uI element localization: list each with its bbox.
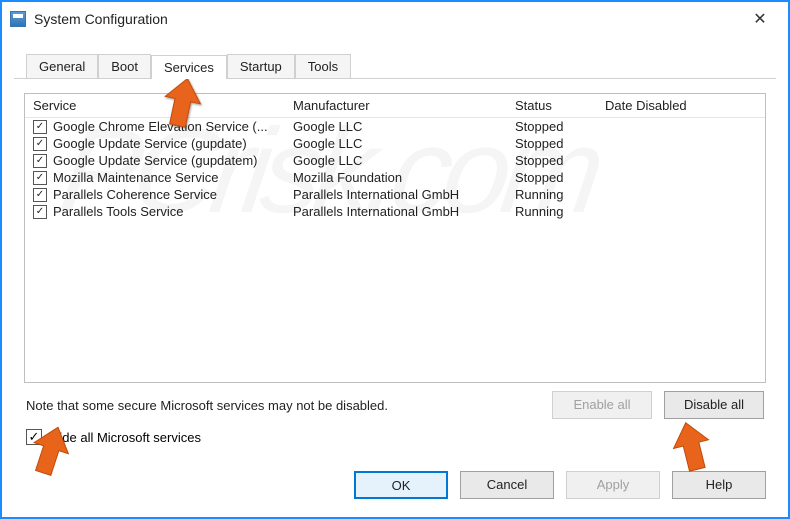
col-date-disabled[interactable]: Date Disabled bbox=[605, 98, 757, 113]
service-row[interactable]: ✓ Google Update Service (gupdatem)Google … bbox=[25, 152, 765, 169]
arrow-icon bbox=[662, 418, 722, 478]
tab-startup[interactable]: Startup bbox=[227, 54, 295, 78]
help-button[interactable]: Help bbox=[672, 471, 766, 499]
service-row[interactable]: ✓ Google Update Service (gupdate)Google L… bbox=[25, 135, 765, 152]
ok-button[interactable]: OK bbox=[354, 471, 448, 499]
service-checkbox[interactable]: ✓ bbox=[33, 154, 47, 168]
service-name: Parallels Tools Service bbox=[53, 204, 293, 219]
tab-tools[interactable]: Tools bbox=[295, 54, 351, 78]
service-manufacturer: Mozilla Foundation bbox=[293, 170, 515, 185]
apply-button[interactable]: Apply bbox=[566, 471, 660, 499]
service-status: Stopped bbox=[515, 136, 605, 151]
enable-all-button[interactable]: Enable all bbox=[552, 391, 652, 419]
dialog-buttons: OK Cancel Apply Help bbox=[342, 471, 766, 499]
window-title: System Configuration bbox=[34, 11, 740, 27]
service-manufacturer: Parallels International GmbH bbox=[293, 204, 515, 219]
service-name: Google Update Service (gupdatem) bbox=[53, 153, 293, 168]
tab-boot[interactable]: Boot bbox=[98, 54, 151, 78]
service-checkbox[interactable]: ✓ bbox=[33, 171, 47, 185]
service-manufacturer: Google LLC bbox=[293, 153, 515, 168]
service-name: Google Chrome Elevation Service (... bbox=[53, 119, 293, 134]
list-header: Service Manufacturer Status Date Disable… bbox=[25, 94, 765, 118]
service-manufacturer: Parallels International GmbH bbox=[293, 187, 515, 202]
service-row[interactable]: ✓ Parallels Tools ServiceParallels Intern… bbox=[25, 203, 765, 220]
disable-all-button[interactable]: Disable all bbox=[664, 391, 764, 419]
hide-ms-label[interactable]: Hide all Microsoft services bbox=[50, 430, 201, 445]
hide-ms-checkbox[interactable]: ✓ bbox=[26, 429, 42, 445]
service-checkbox[interactable]: ✓ bbox=[33, 137, 47, 151]
service-status: Stopped bbox=[515, 153, 605, 168]
service-row[interactable]: ✓ Parallels Coherence ServiceParallels In… bbox=[25, 186, 765, 203]
service-checkbox[interactable]: ✓ bbox=[33, 188, 47, 202]
service-row[interactable]: ✓ Google Chrome Elevation Service (...Goo… bbox=[25, 118, 765, 135]
tab-strip: General Boot Services Startup Tools bbox=[14, 36, 776, 79]
col-status[interactable]: Status bbox=[515, 98, 605, 113]
close-button[interactable]: ✕ bbox=[740, 9, 780, 29]
service-status: Stopped bbox=[515, 119, 605, 134]
note-text: Note that some secure Microsoft services… bbox=[26, 398, 540, 413]
service-manufacturer: Google LLC bbox=[293, 136, 515, 151]
service-status: Running bbox=[515, 204, 605, 219]
col-manufacturer[interactable]: Manufacturer bbox=[293, 98, 515, 113]
titlebar: System Configuration ✕ bbox=[2, 2, 788, 36]
service-checkbox[interactable]: ✓ bbox=[33, 120, 47, 134]
service-name: Parallels Coherence Service bbox=[53, 187, 293, 202]
service-row[interactable]: ✓ Mozilla Maintenance ServiceMozilla Foun… bbox=[25, 169, 765, 186]
service-checkbox[interactable]: ✓ bbox=[33, 205, 47, 219]
service-name: Mozilla Maintenance Service bbox=[53, 170, 293, 185]
hide-ms-row: ✓ Hide all Microsoft services bbox=[26, 429, 764, 445]
service-manufacturer: Google LLC bbox=[293, 119, 515, 134]
checkmark-icon: ✓ bbox=[29, 429, 40, 445]
tab-general[interactable]: General bbox=[26, 54, 98, 78]
services-list[interactable]: Service Manufacturer Status Date Disable… bbox=[24, 93, 766, 383]
note-row: Note that some secure Microsoft services… bbox=[26, 391, 764, 419]
service-status: Stopped bbox=[515, 170, 605, 185]
service-status: Running bbox=[515, 187, 605, 202]
col-service[interactable]: Service bbox=[33, 98, 293, 113]
app-icon bbox=[10, 11, 26, 27]
tab-services[interactable]: Services bbox=[151, 55, 227, 79]
service-name: Google Update Service (gupdate) bbox=[53, 136, 293, 151]
cancel-button[interactable]: Cancel bbox=[460, 471, 554, 499]
